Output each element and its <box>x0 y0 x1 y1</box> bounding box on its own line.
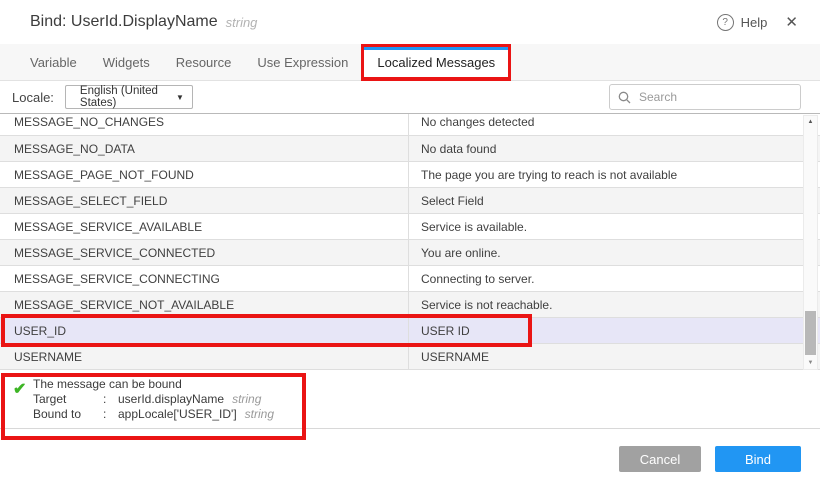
table-row[interactable]: USERNAME USERNAME <box>0 344 820 370</box>
binding-info-panel: ✔ The message can be bound Target : user… <box>0 370 820 428</box>
message-key-cell: MESSAGE_SERVICE_NOT_AVAILABLE <box>0 292 409 317</box>
header-actions: ? Help ✕ <box>717 11 802 33</box>
table-row[interactable]: MESSAGE_SERVICE_AVAILABLE Service is ava… <box>0 214 820 240</box>
message-key-cell: MESSAGE_PAGE_NOT_FOUND <box>0 162 409 187</box>
binding-bound-value: appLocale['USER_ID']string <box>118 407 274 422</box>
message-value-cell: You are online. <box>409 240 820 265</box>
binding-bound-label: Bound to <box>33 407 103 422</box>
tab-widgets[interactable]: Widgets <box>90 44 163 80</box>
tab-localized-messages[interactable]: Localized Messages <box>361 44 511 81</box>
locale-selected-value: English (United States) <box>80 85 176 109</box>
binding-bound-type: string <box>245 407 274 421</box>
table-row[interactable]: MESSAGE_SELECT_FIELD Select Field <box>0 188 820 214</box>
search-box[interactable] <box>609 84 801 110</box>
table-row[interactable]: MESSAGE_NO_CHANGES No changes detected <box>0 114 820 136</box>
binding-details: The message can be bound Target : userId… <box>33 377 274 422</box>
cancel-button[interactable]: Cancel <box>619 446 701 472</box>
search-icon <box>618 91 631 104</box>
message-key-cell: MESSAGE_SERVICE_CONNECTING <box>0 266 409 291</box>
message-key-cell: MESSAGE_NO_CHANGES <box>0 114 409 135</box>
locale-label: Locale: <box>12 90 54 105</box>
page-title: Bind: UserId.DisplayName <box>30 13 218 31</box>
tab-resource[interactable]: Resource <box>163 44 245 80</box>
binding-target-label: Target <box>33 392 103 407</box>
search-input[interactable] <box>637 89 792 105</box>
message-value-cell: USERNAME <box>409 344 820 369</box>
message-value-cell: Service is not reachable. <box>409 292 820 317</box>
binding-status-text: The message can be bound <box>33 377 274 392</box>
page-title-type: string <box>226 15 258 30</box>
toolbar: Locale: English (United States) ▼ <box>0 81 820 113</box>
message-value-cell: No data found <box>409 136 820 161</box>
message-key-cell: USER_ID <box>0 318 409 343</box>
binding-separator: : <box>103 392 118 407</box>
message-key-cell: MESSAGE_SERVICE_AVAILABLE <box>0 214 409 239</box>
message-key-cell: USERNAME <box>0 344 409 369</box>
scroll-down-icon[interactable]: ▼ <box>804 360 817 366</box>
message-key-cell: MESSAGE_SERVICE_CONNECTED <box>0 240 409 265</box>
message-value-cell: Select Field <box>409 188 820 213</box>
binding-target-value: userId.displayNamestring <box>118 392 274 407</box>
help-link[interactable]: Help <box>741 15 768 30</box>
tab-bar: Variable Widgets Resource Use Expression… <box>0 44 820 81</box>
binding-target-type: string <box>232 392 261 406</box>
tab-variable[interactable]: Variable <box>17 44 90 80</box>
chevron-down-icon: ▼ <box>176 93 184 102</box>
bind-button[interactable]: Bind <box>715 446 801 472</box>
messages-table: MESSAGE_NO_CHANGES No changes detected M… <box>0 113 820 371</box>
message-value-cell: USER ID <box>409 318 820 343</box>
tab-use-expression[interactable]: Use Expression <box>244 44 361 80</box>
table-row[interactable]: MESSAGE_PAGE_NOT_FOUND The page you are … <box>0 162 820 188</box>
message-value-cell: The page you are trying to reach is not … <box>409 162 820 187</box>
message-value-cell: Connecting to server. <box>409 266 820 291</box>
message-value-cell: Service is available. <box>409 214 820 239</box>
dialog-footer: Cancel Bind <box>0 429 820 489</box>
binding-separator: : <box>103 407 118 422</box>
scrollbar-thumb[interactable] <box>805 311 816 355</box>
close-icon[interactable]: ✕ <box>781 11 802 33</box>
table-scrollbar[interactable]: ▲ ▼ <box>803 115 818 370</box>
scroll-up-icon[interactable]: ▲ <box>804 119 817 125</box>
table-row[interactable]: MESSAGE_NO_DATA No data found <box>0 136 820 162</box>
check-icon: ✔ <box>13 379 26 399</box>
table-row[interactable]: MESSAGE_SERVICE_CONNECTING Connecting to… <box>0 266 820 292</box>
message-value-cell: No changes detected <box>409 114 820 135</box>
message-key-cell: MESSAGE_SELECT_FIELD <box>0 188 409 213</box>
help-icon[interactable]: ? <box>717 14 734 31</box>
table-row-selected[interactable]: USER_ID USER ID <box>0 318 820 344</box>
table-row[interactable]: MESSAGE_SERVICE_CONNECTED You are online… <box>0 240 820 266</box>
dialog-header: Bind: UserId.DisplayName string ? Help ✕ <box>0 0 820 44</box>
message-key-cell: MESSAGE_NO_DATA <box>0 136 409 161</box>
table-row[interactable]: MESSAGE_SERVICE_NOT_AVAILABLE Service is… <box>0 292 820 318</box>
locale-dropdown[interactable]: English (United States) ▼ <box>65 85 193 109</box>
